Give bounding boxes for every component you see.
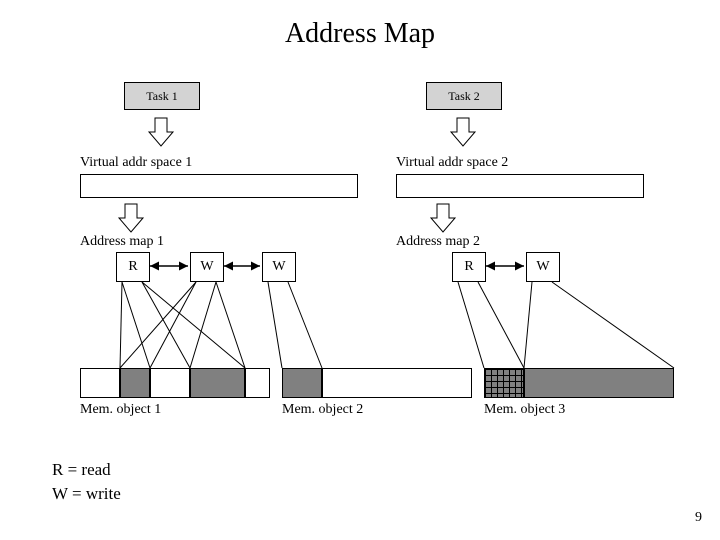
mem-object-3 bbox=[484, 368, 674, 398]
vas-1-bar bbox=[80, 174, 358, 198]
task-1-box: Task 1 bbox=[124, 82, 200, 110]
connector-overlay bbox=[0, 0, 720, 540]
page-title: Address Map bbox=[0, 18, 720, 50]
mem-object-1 bbox=[80, 368, 270, 398]
vas-2-label: Virtual addr space 2 bbox=[396, 155, 508, 171]
map1-box-r-label: R bbox=[128, 259, 137, 275]
map1-box-r: R bbox=[116, 252, 150, 282]
map1-box-w1-label: W bbox=[200, 259, 213, 275]
address-map-2-label: Address map 2 bbox=[396, 234, 480, 250]
map2-box-r-label: R bbox=[464, 259, 473, 275]
legend-read: R = read bbox=[52, 460, 111, 480]
task-2-box: Task 2 bbox=[426, 82, 502, 110]
address-map-1-label: Address map 1 bbox=[80, 234, 164, 250]
mem-object-2-label: Mem. object 2 bbox=[282, 402, 363, 418]
vas-2-bar bbox=[396, 174, 644, 198]
vas-1-label: Virtual addr space 1 bbox=[80, 155, 192, 171]
map2-box-r: R bbox=[452, 252, 486, 282]
task-2-label: Task 2 bbox=[448, 89, 480, 104]
legend-write: W = write bbox=[52, 484, 121, 504]
task-1-label: Task 1 bbox=[146, 89, 178, 104]
map1-box-w2-label: W bbox=[272, 259, 285, 275]
page-number: 9 bbox=[695, 510, 702, 526]
mem-object-3-label: Mem. object 3 bbox=[484, 402, 565, 418]
mem-object-1-label: Mem. object 1 bbox=[80, 402, 161, 418]
map2-box-w-label: W bbox=[536, 259, 549, 275]
map1-box-w1: W bbox=[190, 252, 224, 282]
map2-box-w: W bbox=[526, 252, 560, 282]
slide: Address Map Task 1 Task 2 Virtual addr s… bbox=[0, 0, 720, 540]
map1-box-w2: W bbox=[262, 252, 296, 282]
mem-object-2 bbox=[282, 368, 472, 398]
